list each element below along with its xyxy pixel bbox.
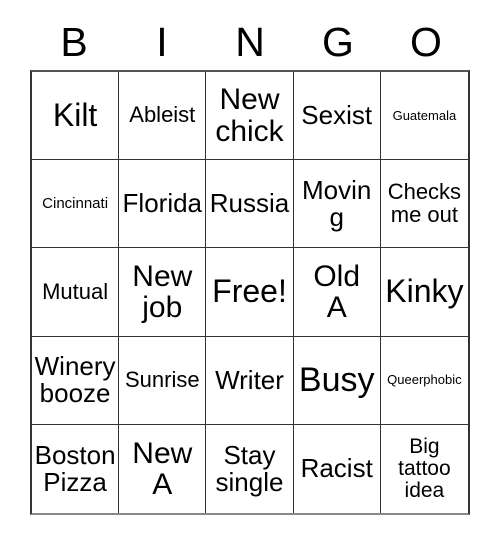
bingo-cell[interactable]: New A <box>119 424 207 513</box>
bingo-cell-label: Kinky <box>385 273 464 310</box>
bingo-cell-label: New chick <box>215 83 284 148</box>
bingo-cell-label: New job <box>132 259 193 324</box>
bingo-cell[interactable]: Moving <box>293 160 381 249</box>
bingo-cell[interactable]: Sunrise <box>119 336 207 425</box>
bingo-card: B I N G O Kilt Ableist New chick Sexist Guat… <box>0 0 500 544</box>
bingo-cell-label: Busy <box>298 360 375 399</box>
bingo-header-letter-g: G <box>322 18 354 65</box>
bingo-cell[interactable]: Mutual <box>32 248 120 337</box>
bingo-cell-label: Checks me out <box>387 178 462 227</box>
bingo-cell-label: Florida <box>122 188 203 219</box>
bingo-cell-label: Mutual <box>42 278 109 304</box>
bingo-cell[interactable]: Stay single <box>206 424 294 513</box>
bingo-cell-label: Free! <box>212 273 287 310</box>
bingo-cell-label: Moving <box>302 174 372 232</box>
bingo-cell-label: Russia <box>209 188 290 219</box>
bingo-header-letter-i: I <box>156 18 168 65</box>
bingo-cell[interactable]: Boston Pizza <box>32 424 120 513</box>
bingo-cell-label: Sunrise <box>124 366 200 392</box>
bingo-cell[interactable]: Old A <box>293 248 381 337</box>
bingo-cell-label: Queerphobic <box>387 372 462 388</box>
bingo-cell[interactable]: Writer <box>206 336 294 425</box>
bingo-cell[interactable]: Sexist <box>293 72 381 161</box>
bingo-cell-label: Guatemala <box>392 107 457 123</box>
bingo-cell[interactable]: Busy <box>293 336 381 425</box>
bingo-cell[interactable]: Queerphobic <box>380 336 468 425</box>
bingo-cell-label: Boston Pizza <box>34 439 116 497</box>
bingo-cell-label: New A <box>132 436 193 501</box>
bingo-cell-label: Old A <box>313 259 361 324</box>
bingo-cell-label: Racist <box>300 453 373 484</box>
bingo-cell[interactable]: Cincinnati <box>32 160 120 249</box>
bingo-cell[interactable]: New job <box>119 248 207 337</box>
bingo-cell[interactable]: Kinky <box>380 248 468 337</box>
bingo-cell[interactable]: Kilt <box>32 72 120 161</box>
bingo-cell-label: Stay single <box>215 439 284 497</box>
bingo-header-letter-n: N <box>235 18 265 65</box>
bingo-cell[interactable]: Guatemala <box>380 72 468 161</box>
bingo-cell[interactable]: Racist <box>293 424 381 513</box>
bingo-cell-label: Sexist <box>301 100 373 131</box>
bingo-cell-label: Writer <box>215 364 284 395</box>
bingo-cell[interactable]: Big tattoo idea <box>380 424 468 513</box>
bingo-cell-label: Winery booze <box>34 351 116 409</box>
bingo-grid: Kilt Ableist New chick Sexist Guatemala Cinci… <box>30 70 470 515</box>
bingo-cell-label: Cincinnati <box>42 194 109 212</box>
bingo-cell[interactable]: Florida <box>119 160 207 249</box>
bingo-cell[interactable]: Ableist <box>119 72 207 161</box>
bingo-header-row: B I N G O <box>30 14 470 70</box>
bingo-cell[interactable]: New chick <box>206 72 294 161</box>
bingo-cell-label: Kilt <box>52 96 98 133</box>
bingo-cell-label: Ableist <box>129 102 196 128</box>
bingo-header-letter-b: B <box>60 18 88 65</box>
bingo-cell[interactable]: Winery booze <box>32 336 120 425</box>
bingo-cell-label: Big tattoo idea <box>398 435 451 502</box>
bingo-cell[interactable]: Russia <box>206 160 294 249</box>
bingo-cell[interactable]: Free! <box>206 248 294 337</box>
bingo-cell[interactable]: Checks me out <box>380 160 468 249</box>
bingo-header-letter-o: O <box>410 18 442 65</box>
